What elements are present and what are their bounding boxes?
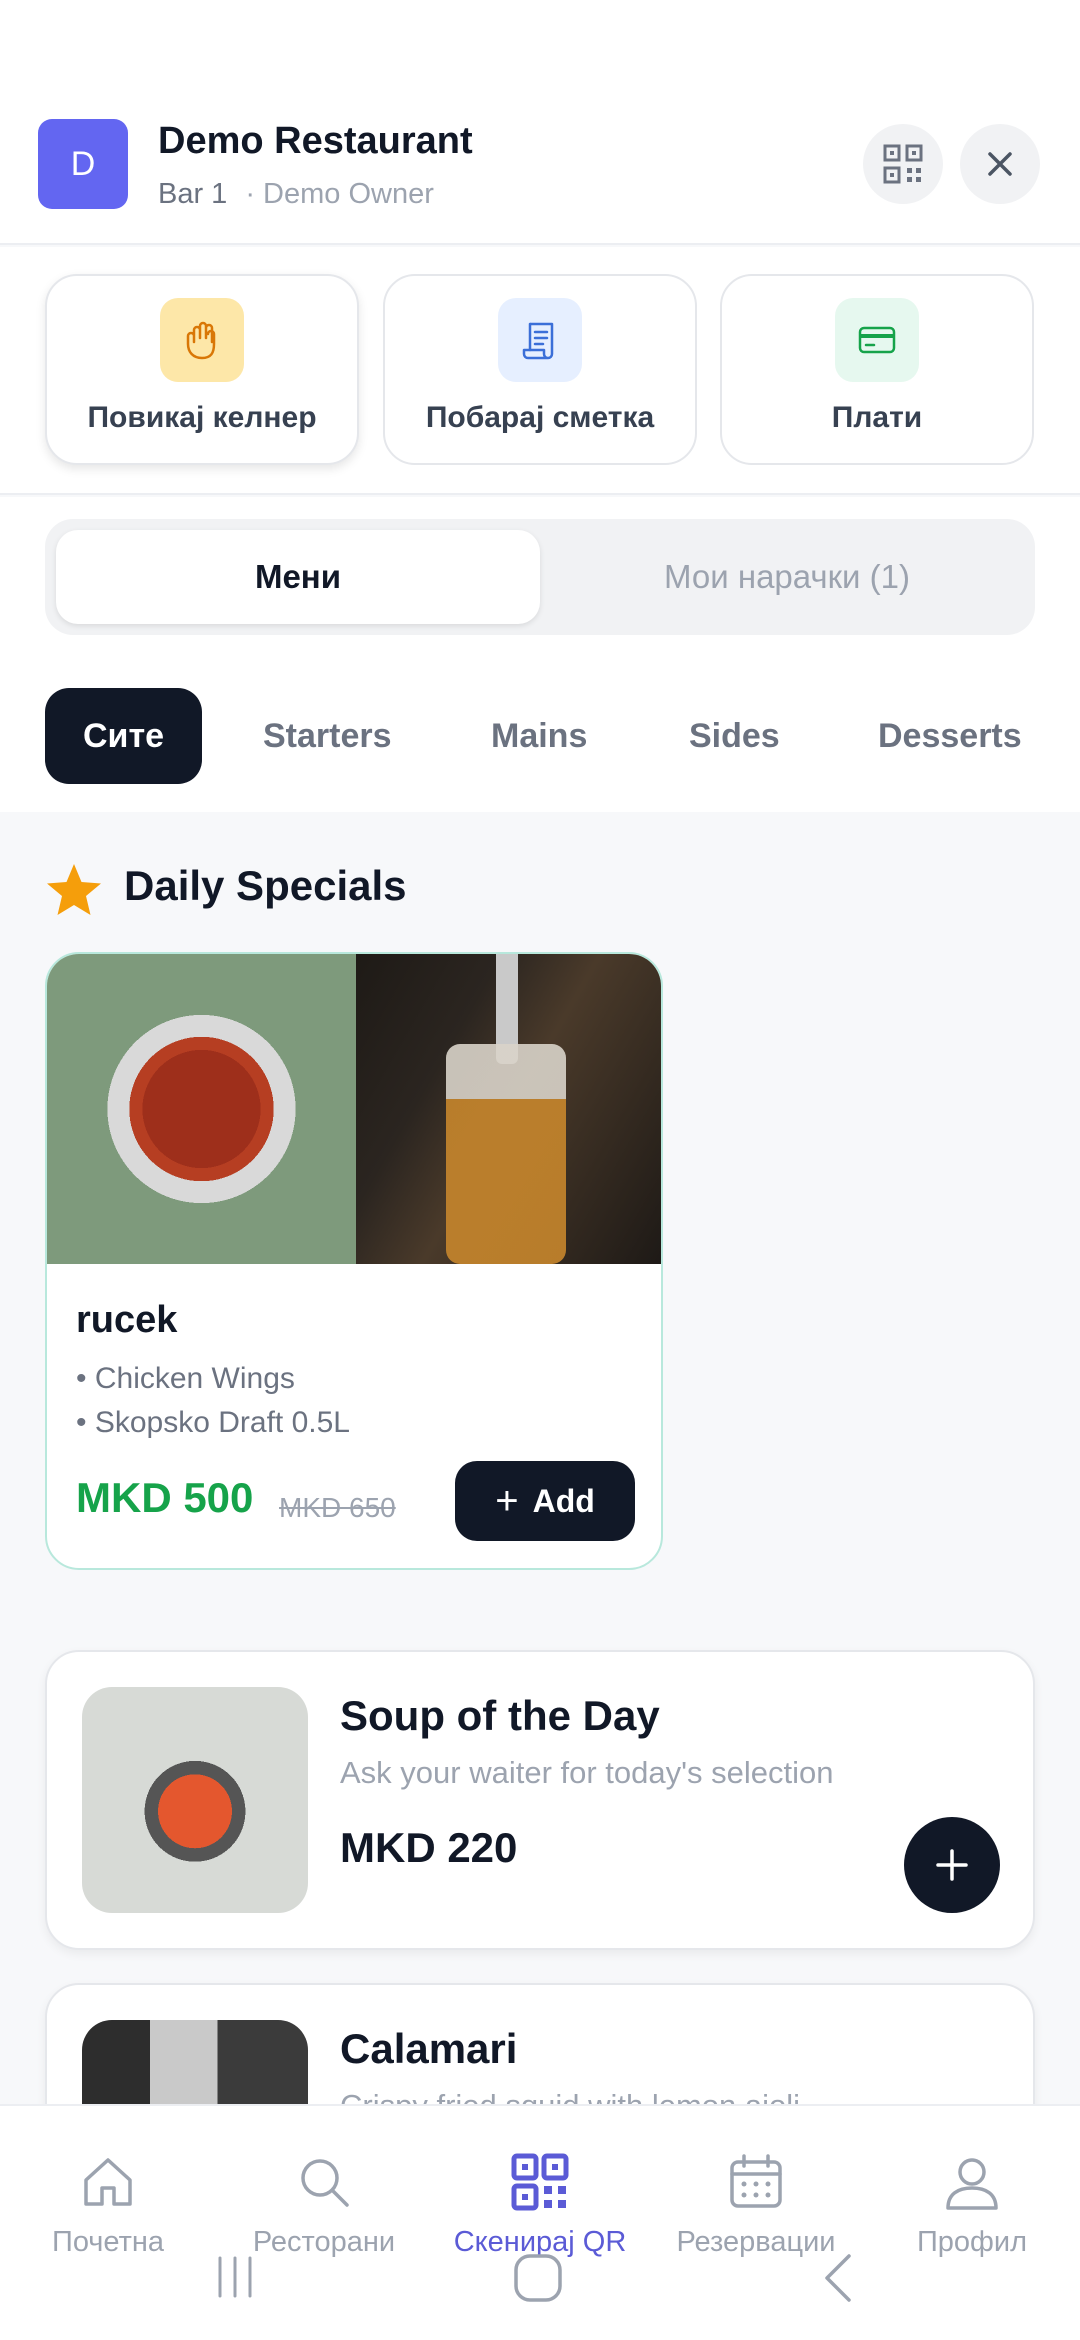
qr-icon bbox=[511, 2153, 569, 2211]
qr-code-button[interactable] bbox=[863, 124, 943, 204]
close-icon bbox=[988, 152, 1012, 176]
add-label: Add bbox=[532, 1482, 595, 1519]
plus-icon: + bbox=[495, 1479, 519, 1523]
tab-my-orders[interactable]: Мои нарачки (1) bbox=[550, 530, 1024, 624]
menu-controls: Мени Мои нарачки (1) Сите Starters Mains… bbox=[0, 497, 1080, 812]
item-price: MKD 220 bbox=[340, 1824, 518, 1871]
item-name: Calamari bbox=[340, 2025, 518, 2072]
receipt-icon bbox=[522, 322, 554, 360]
soup-image bbox=[82, 1687, 308, 1913]
qr-icon bbox=[883, 144, 923, 184]
owner-label: · Demo Owner bbox=[245, 178, 434, 210]
recent-apps-icon[interactable] bbox=[210, 2252, 260, 2302]
pay-label: Плати bbox=[831, 401, 923, 434]
restaurant-avatar: D bbox=[38, 119, 128, 209]
star-icon bbox=[47, 864, 101, 915]
pay-button[interactable]: Плати bbox=[720, 274, 1034, 465]
special-old-price: MKD 650 bbox=[279, 1492, 396, 1523]
close-button[interactable] bbox=[960, 124, 1040, 204]
category-sides[interactable]: Sides bbox=[689, 688, 780, 784]
back-icon[interactable] bbox=[815, 2250, 865, 2306]
table-label: Bar 1 bbox=[158, 178, 228, 210]
system-nav-bar bbox=[0, 2240, 1080, 2340]
draft-beer-image bbox=[356, 954, 661, 1264]
category-all[interactable]: Сите bbox=[45, 688, 203, 784]
request-bill-button[interactable]: Побарај сметка bbox=[383, 274, 697, 465]
item-name: Soup of the Day bbox=[340, 1692, 660, 1739]
menu-item-card[interactable]: Soup of the Day Ask your waiter for toda… bbox=[45, 1650, 1035, 1950]
call-waiter-button[interactable]: Повикај келнер bbox=[45, 274, 359, 465]
view-switcher: Мени Мои нарачки (1) bbox=[45, 519, 1035, 635]
special-name: rucek bbox=[76, 1299, 178, 1341]
tab-menu[interactable]: Мени bbox=[56, 530, 540, 624]
action-icon-bg bbox=[835, 298, 919, 382]
user-icon bbox=[946, 2158, 998, 2210]
card-icon bbox=[858, 326, 896, 354]
special-item: • Chicken Wings bbox=[76, 1362, 295, 1395]
special-card[interactable]: rucek • Chicken Wings • Skopsko Draft 0.… bbox=[45, 952, 663, 1570]
category-desserts[interactable]: Desserts bbox=[878, 688, 1022, 784]
home-button-icon[interactable] bbox=[510, 2250, 566, 2306]
restaurant-name: Demo Restaurant bbox=[158, 120, 473, 162]
daily-specials-title: Daily Specials bbox=[124, 862, 407, 909]
chicken-wings-image bbox=[47, 954, 356, 1264]
hand-icon bbox=[186, 321, 216, 360]
home-icon bbox=[84, 2158, 132, 2206]
action-icon-bg bbox=[160, 298, 244, 382]
item-description: Ask your waiter for today's selection bbox=[340, 1755, 834, 1790]
calendar-icon bbox=[730, 2154, 782, 2208]
special-item: • Skopsko Draft 0.5L bbox=[76, 1406, 350, 1439]
avatar-letter: D bbox=[70, 144, 96, 183]
add-item-button[interactable] bbox=[904, 1817, 1000, 1913]
call-waiter-label: Повикај келнер bbox=[87, 401, 317, 434]
request-bill-label: Побарај сметка bbox=[425, 401, 655, 434]
category-starters[interactable]: Starters bbox=[263, 688, 392, 784]
plus-icon bbox=[936, 1849, 968, 1881]
search-icon bbox=[301, 2159, 349, 2207]
action-icon-bg bbox=[498, 298, 582, 382]
category-mains[interactable]: Mains bbox=[491, 688, 587, 784]
special-price: MKD 500 bbox=[76, 1474, 254, 1521]
add-special-button[interactable]: + Add bbox=[455, 1461, 635, 1541]
app-header: D Demo Restaurant Bar 1 · Demo Owner bbox=[0, 0, 1080, 245]
quick-actions: Повикај келнер Побарај сметка Плати bbox=[0, 247, 1080, 495]
beer-glass bbox=[446, 1044, 566, 1264]
restaurant-subtitle: Bar 1 · Demo Owner bbox=[158, 178, 434, 211]
